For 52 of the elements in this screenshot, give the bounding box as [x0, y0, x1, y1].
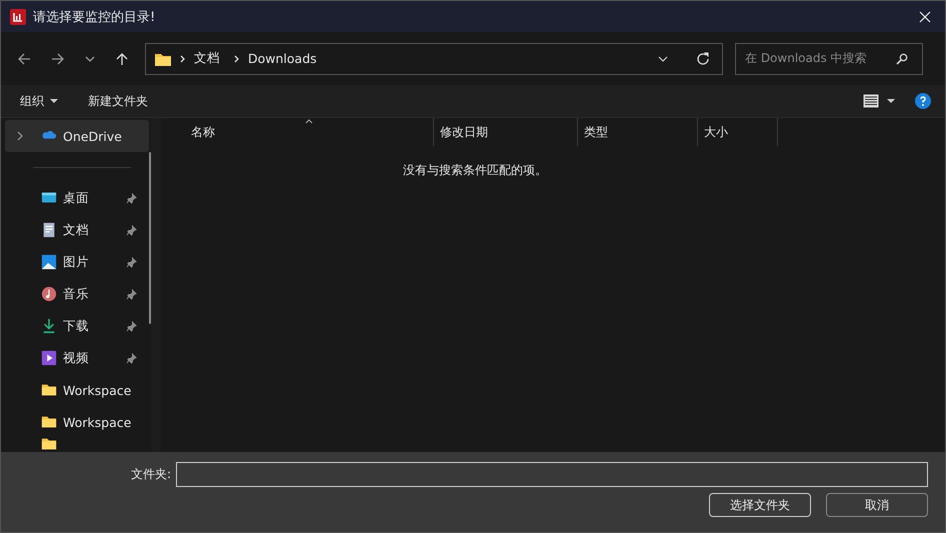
- search-icon[interactable]: [896, 52, 908, 64]
- scrollbar-thumb[interactable]: [149, 152, 151, 324]
- up-arrow-icon[interactable]: [115, 52, 129, 66]
- sidebar-item[interactable]: Workspace: [5, 374, 149, 406]
- chevron-down-icon[interactable]: [658, 56, 668, 62]
- sidebar-item[interactable]: 音乐: [5, 278, 149, 310]
- sidebar-item[interactable]: 视频: [5, 342, 149, 374]
- search-placeholder: 在 Downloads 中搜索: [745, 50, 867, 67]
- folder-icon: [41, 438, 57, 452]
- cancel-button[interactable]: 取消: [826, 493, 928, 517]
- folder-icon: [41, 414, 57, 430]
- sidebar-item[interactable]: Workspace: [5, 406, 149, 438]
- caret-icon[interactable]: [887, 99, 895, 103]
- download-icon: [41, 318, 57, 334]
- folder-input-field[interactable]: [176, 462, 928, 487]
- chevron-down-icon[interactable]: [85, 56, 95, 62]
- app-icon: [10, 8, 26, 24]
- column-header[interactable]: 名称: [161, 118, 434, 146]
- back-icon[interactable]: [17, 52, 31, 66]
- select-folder-button[interactable]: 选择文件夹: [709, 493, 811, 517]
- chevron-right-icon: [180, 54, 186, 62]
- sidebar-item[interactable]: OneDrive: [5, 120, 149, 152]
- column-header[interactable]: 类型: [578, 118, 698, 146]
- video-icon: [41, 350, 57, 366]
- sidebar-item[interactable]: 下载: [5, 310, 149, 342]
- window-title: 请选择要监控的目录!: [33, 8, 156, 26]
- music-icon: [41, 286, 57, 302]
- empty-message: 没有与搜索条件匹配的项。: [403, 162, 547, 179]
- picture-icon: [41, 254, 57, 270]
- caret-icon: [50, 99, 58, 103]
- sort-up-icon: [305, 119, 313, 124]
- new-folder-button[interactable]: 新建文件夹: [79, 88, 157, 114]
- column-header[interactable]: 大小: [698, 118, 778, 146]
- chevron-right-icon: [234, 54, 240, 62]
- address-bar[interactable]: 文档 Downloads: [145, 42, 723, 74]
- breadcrumb-item[interactable]: Downloads: [248, 51, 317, 66]
- sidebar-item[interactable]: 桌面: [5, 182, 149, 214]
- folder-icon: [41, 382, 57, 398]
- column-header[interactable]: 修改日期: [434, 118, 578, 146]
- document-icon: [41, 222, 57, 238]
- refresh-icon[interactable]: [696, 52, 710, 66]
- search-field[interactable]: 在 Downloads 中搜索: [735, 42, 923, 74]
- forward-icon[interactable]: [51, 52, 65, 66]
- organize-menu[interactable]: 组织: [11, 88, 67, 114]
- help-icon[interactable]: [915, 93, 931, 109]
- sidebar-item[interactable]: 图片: [5, 246, 149, 278]
- view-list-icon[interactable]: [863, 94, 879, 108]
- folder-label: 文件夹:: [130, 466, 171, 483]
- sidebar-item[interactable]: 文档: [5, 214, 149, 246]
- close-icon: [919, 10, 931, 22]
- breadcrumb-item[interactable]: 文档: [194, 50, 220, 67]
- chevron-right-icon[interactable]: [17, 131, 23, 141]
